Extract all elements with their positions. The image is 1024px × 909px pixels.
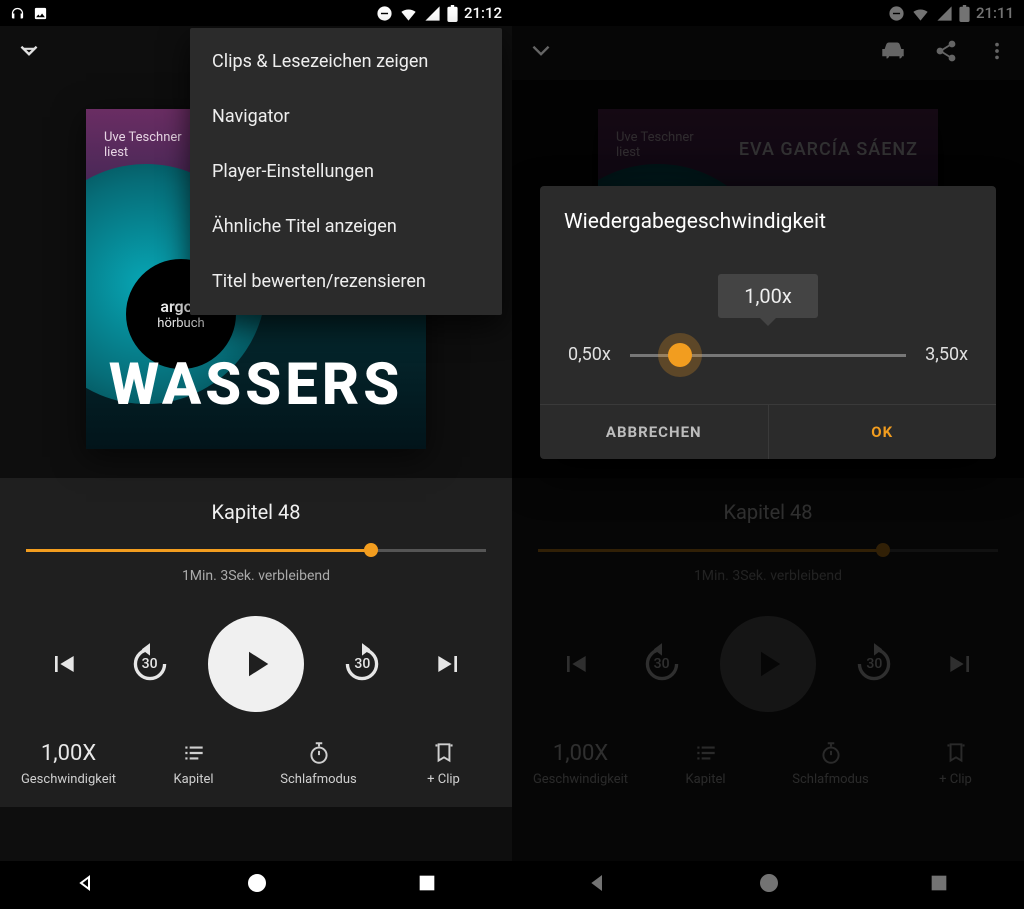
chapters-button[interactable]: Kapitel <box>131 738 256 787</box>
progress-slider[interactable] <box>26 540 486 560</box>
dialog-ok-button[interactable]: OK <box>769 405 997 459</box>
speed-slider-thumb[interactable] <box>668 343 692 367</box>
progress-area: Kapitel 48 1Min. 3Sek. verbleibend <box>0 478 512 594</box>
cell-icon <box>424 5 441 22</box>
speed-min-label: 0,50x <box>568 344 611 365</box>
chapter-title[interactable]: Kapitel 48 <box>26 500 486 524</box>
menu-player-settings[interactable]: Player-Einstellungen <box>190 144 502 199</box>
prev-track-button[interactable] <box>35 636 91 692</box>
picture-icon <box>33 6 48 21</box>
speed-slider[interactable]: 0,50x 3,50x <box>568 332 968 378</box>
dialog-cancel-button[interactable]: ABBRECHEN <box>540 405 769 459</box>
transport-controls: 30 30 <box>0 594 512 722</box>
dialog-title: Wiedergabegeschwindigkeit <box>540 186 996 244</box>
phone-right: 21:11 Uve Teschner liest EVA GARCÍA SÁEN… <box>512 0 1024 909</box>
bottom-toolbar: 1,00X Geschwindigkeit Kapitel Schlafmodu… <box>0 722 512 807</box>
timer-icon <box>306 740 332 766</box>
status-bar: 21:12 <box>0 0 512 26</box>
play-button[interactable] <box>208 616 304 712</box>
rewind-30-button[interactable]: 30 <box>122 636 178 692</box>
menu-similar-titles[interactable]: Ähnliche Titel anzeigen <box>190 199 502 254</box>
overflow-menu: Clips & Lesezeichen zeigen Navigator Pla… <box>190 28 502 315</box>
speed-button[interactable]: 1,00X Geschwindigkeit <box>6 738 131 787</box>
bookmark-icon <box>431 740 457 766</box>
home-button[interactable] <box>245 871 269 899</box>
sleep-timer-button[interactable]: Schlafmodus <box>256 738 381 787</box>
forward-30-button[interactable]: 30 <box>334 636 390 692</box>
back-button[interactable] <box>74 871 98 899</box>
collapse-button[interactable] <box>16 38 42 68</box>
android-nav-bar <box>0 861 512 909</box>
dnd-icon <box>376 5 393 22</box>
speed-max-label: 3,50x <box>925 344 968 365</box>
battery-icon <box>447 5 458 22</box>
add-clip-button[interactable]: + Clip <box>381 738 506 787</box>
recents-button[interactable] <box>416 872 438 898</box>
headphones-icon <box>10 6 25 21</box>
menu-rate-review[interactable]: Titel bewerten/rezensieren <box>190 254 502 309</box>
time-remaining: 1Min. 3Sek. verbleibend <box>26 568 486 584</box>
wifi-icon <box>399 4 418 23</box>
speed-dialog: Wiedergabegeschwindigkeit 1,00x 0,50x 3,… <box>540 186 996 459</box>
next-track-button[interactable] <box>421 636 477 692</box>
menu-clips-bookmarks[interactable]: Clips & Lesezeichen zeigen <box>190 34 502 89</box>
phone-left: 21:12 Uve Teschner liest argon hörbuch W… <box>0 0 512 909</box>
clock: 21:12 <box>464 4 502 22</box>
menu-navigator[interactable]: Navigator <box>190 89 502 144</box>
list-icon <box>181 740 207 766</box>
speed-value-tooltip: 1,00x <box>718 274 818 318</box>
